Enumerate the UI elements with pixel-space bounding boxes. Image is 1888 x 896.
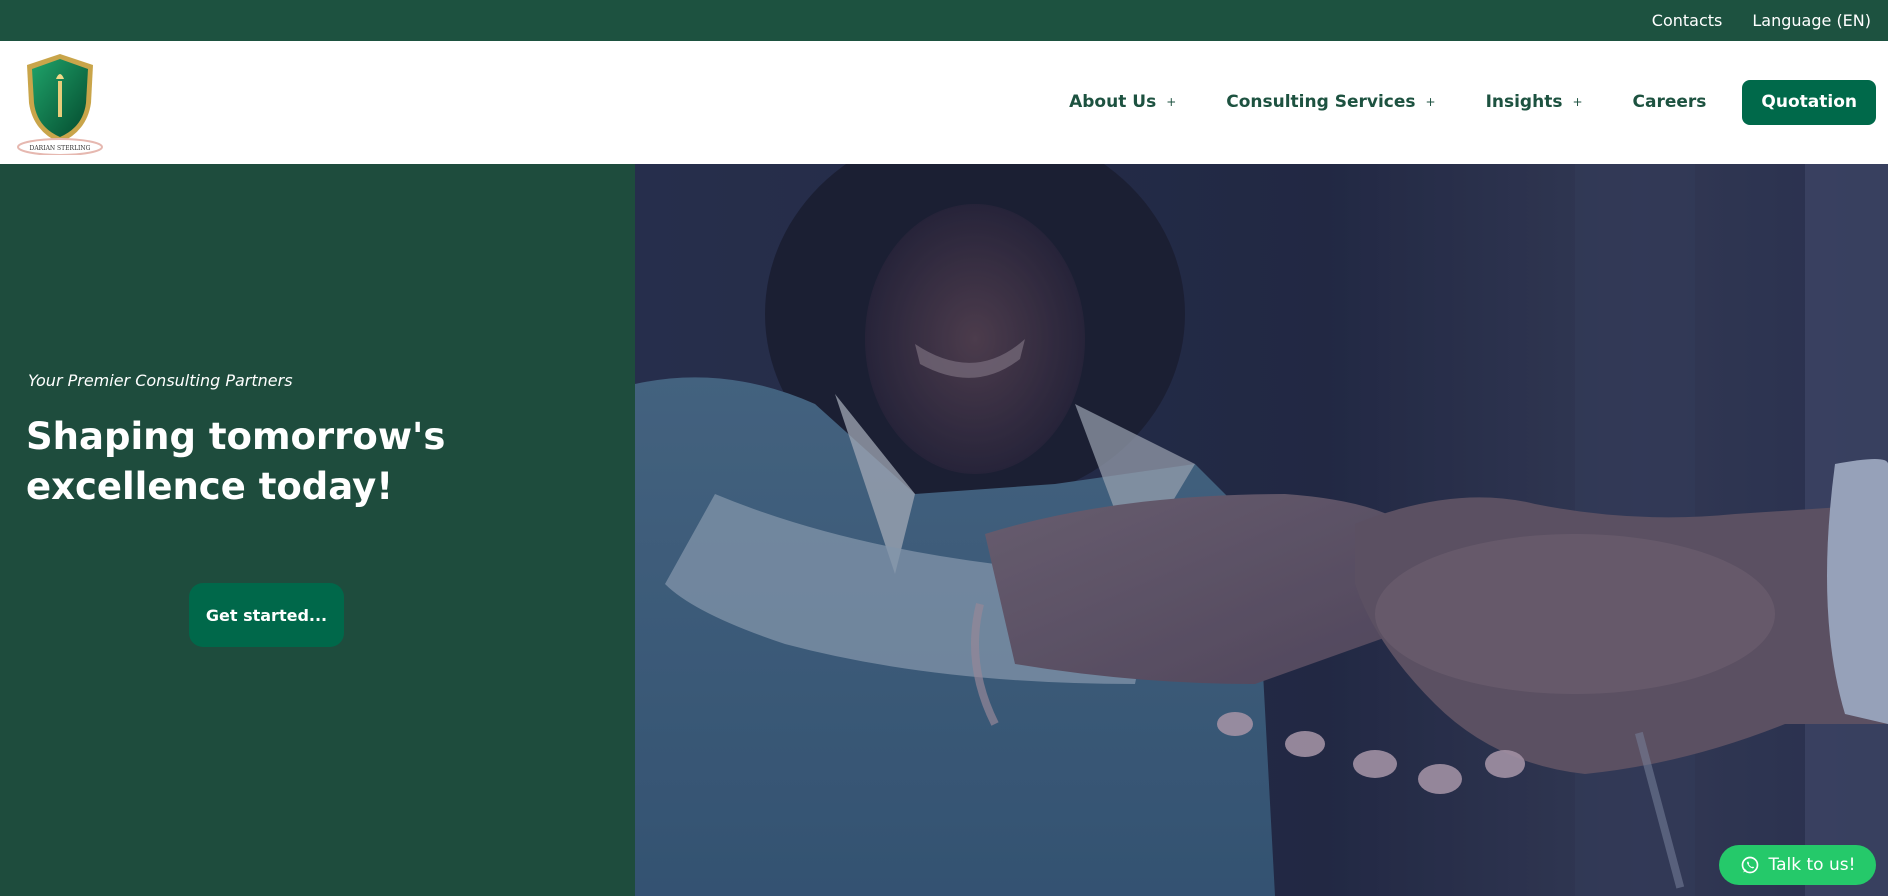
brand-logo[interactable]: DARIAN STERLING — [17, 51, 103, 156]
logo-wordmark: DARIAN STERLING — [30, 145, 91, 152]
handshake-photo — [635, 164, 1888, 896]
talk-to-us-label: Talk to us! — [1768, 855, 1856, 875]
talk-to-us-button[interactable]: Talk to us! — [1719, 845, 1876, 885]
nav-consulting-services-label: Consulting Services — [1226, 92, 1416, 112]
expand-plus-icon: + — [1166, 95, 1177, 109]
nav-about-us-label: About Us — [1069, 92, 1157, 112]
nav-insights-label: Insights — [1485, 92, 1563, 112]
language-selector[interactable]: Language (EN) — [1752, 11, 1871, 30]
top-utility-bar: Contacts Language (EN) — [0, 0, 1888, 41]
hero-panel: Your Premier Consulting Partners Shaping… — [0, 164, 635, 896]
get-started-button[interactable]: Get started... — [189, 583, 344, 647]
quotation-button[interactable]: Quotation — [1742, 79, 1876, 125]
main-navbar: DARIAN STERLING About Us + Consulting Se… — [0, 41, 1888, 164]
whatsapp-icon — [1741, 856, 1758, 874]
nav-careers[interactable]: Careers — [1633, 92, 1707, 112]
contacts-link[interactable]: Contacts — [1652, 11, 1723, 30]
hero-image-handshake — [635, 164, 1888, 896]
nav-careers-label: Careers — [1632, 92, 1707, 112]
expand-plus-icon: + — [1425, 95, 1436, 109]
shield-logo-icon: DARIAN STERLING — [17, 54, 103, 156]
primary-nav: About Us + Consulting Services + Insight… — [1069, 79, 1876, 125]
nav-insights[interactable]: Insights + — [1486, 92, 1583, 112]
nav-consulting-services[interactable]: Consulting Services + — [1226, 92, 1435, 112]
expand-plus-icon: + — [1572, 95, 1583, 109]
hero-tagline: Your Premier Consulting Partners — [28, 371, 293, 390]
nav-about-us[interactable]: About Us + — [1069, 92, 1176, 112]
hero-headline: Shaping tomorrow's excellence today! — [26, 415, 446, 508]
